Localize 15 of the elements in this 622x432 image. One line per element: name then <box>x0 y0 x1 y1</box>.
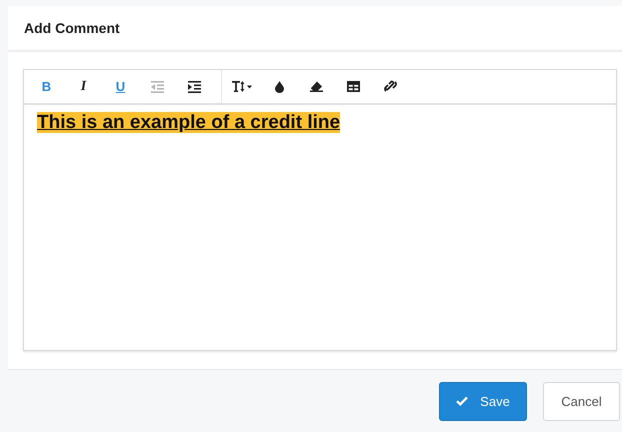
dialog-title: Add Comment <box>24 20 120 36</box>
bold-button[interactable]: B <box>28 74 65 100</box>
link-icon <box>384 80 397 93</box>
highlighted-text: This is an example of a credit line <box>37 112 340 133</box>
italic-button[interactable]: I <box>65 74 102 100</box>
checkmark-icon <box>456 396 468 406</box>
text-size-icon <box>232 80 254 93</box>
outdent-icon <box>151 80 164 92</box>
eraser-icon <box>310 81 323 92</box>
table-icon <box>347 81 360 92</box>
cancel-button[interactable]: Cancel <box>543 382 620 420</box>
droplet-icon <box>275 80 284 92</box>
indent-icon <box>188 80 201 92</box>
underline-button[interactable]: U <box>102 74 139 100</box>
save-button[interactable]: Save <box>439 382 527 420</box>
